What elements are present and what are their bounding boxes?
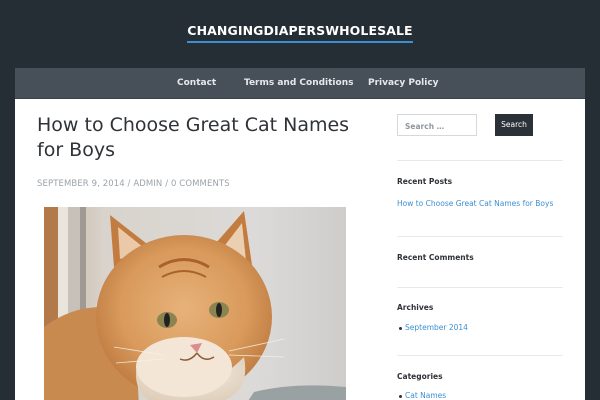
divider <box>397 355 563 356</box>
divider <box>397 287 563 288</box>
list-bullet <box>399 327 402 330</box>
site-title-link[interactable]: CHANGINGDIAPERSWHOLESALE <box>187 23 413 43</box>
nav-item-privacy[interactable]: Privacy Policy <box>368 78 439 88</box>
list-bullet <box>399 395 402 398</box>
archive-link[interactable]: September 2014 <box>405 323 468 332</box>
recent-post-link[interactable]: How to Choose Great Cat Names for Boys <box>397 199 553 208</box>
recent-comments-title: Recent Comments <box>397 253 474 262</box>
post-date[interactable]: SEPTEMBER 9, 2014 <box>37 179 125 189</box>
featured-image-cat <box>44 207 346 400</box>
post-title[interactable]: How to Choose Great Cat Names for Boys <box>37 113 357 163</box>
meta-separator: / <box>162 179 171 189</box>
archives-title: Archives <box>397 303 434 312</box>
sidebar: Search … Search Recent Posts How to Choo… <box>397 99 565 400</box>
site-title: CHANGINGDIAPERSWHOLESALE <box>0 23 600 43</box>
main-navigation: Contact Terms and Conditions Privacy Pol… <box>15 68 585 99</box>
category-link[interactable]: Cat Names <box>405 391 446 400</box>
post-meta: SEPTEMBER 9, 2014 / ADMIN / 0 COMMENTS <box>37 179 230 189</box>
recent-posts-title: Recent Posts <box>397 177 453 186</box>
nav-item-terms[interactable]: Terms and Conditions <box>244 78 353 88</box>
search-button[interactable]: Search <box>495 114 533 136</box>
nav-item-contact[interactable]: Contact <box>177 78 216 88</box>
post-author[interactable]: ADMIN <box>133 179 162 189</box>
categories-title: Categories <box>397 372 443 381</box>
post-comments[interactable]: 0 COMMENTS <box>171 179 230 189</box>
divider <box>397 236 563 237</box>
divider <box>397 160 563 161</box>
search-input[interactable]: Search … <box>397 114 477 136</box>
content-area: How to Choose Great Cat Names for Boys S… <box>15 99 585 400</box>
